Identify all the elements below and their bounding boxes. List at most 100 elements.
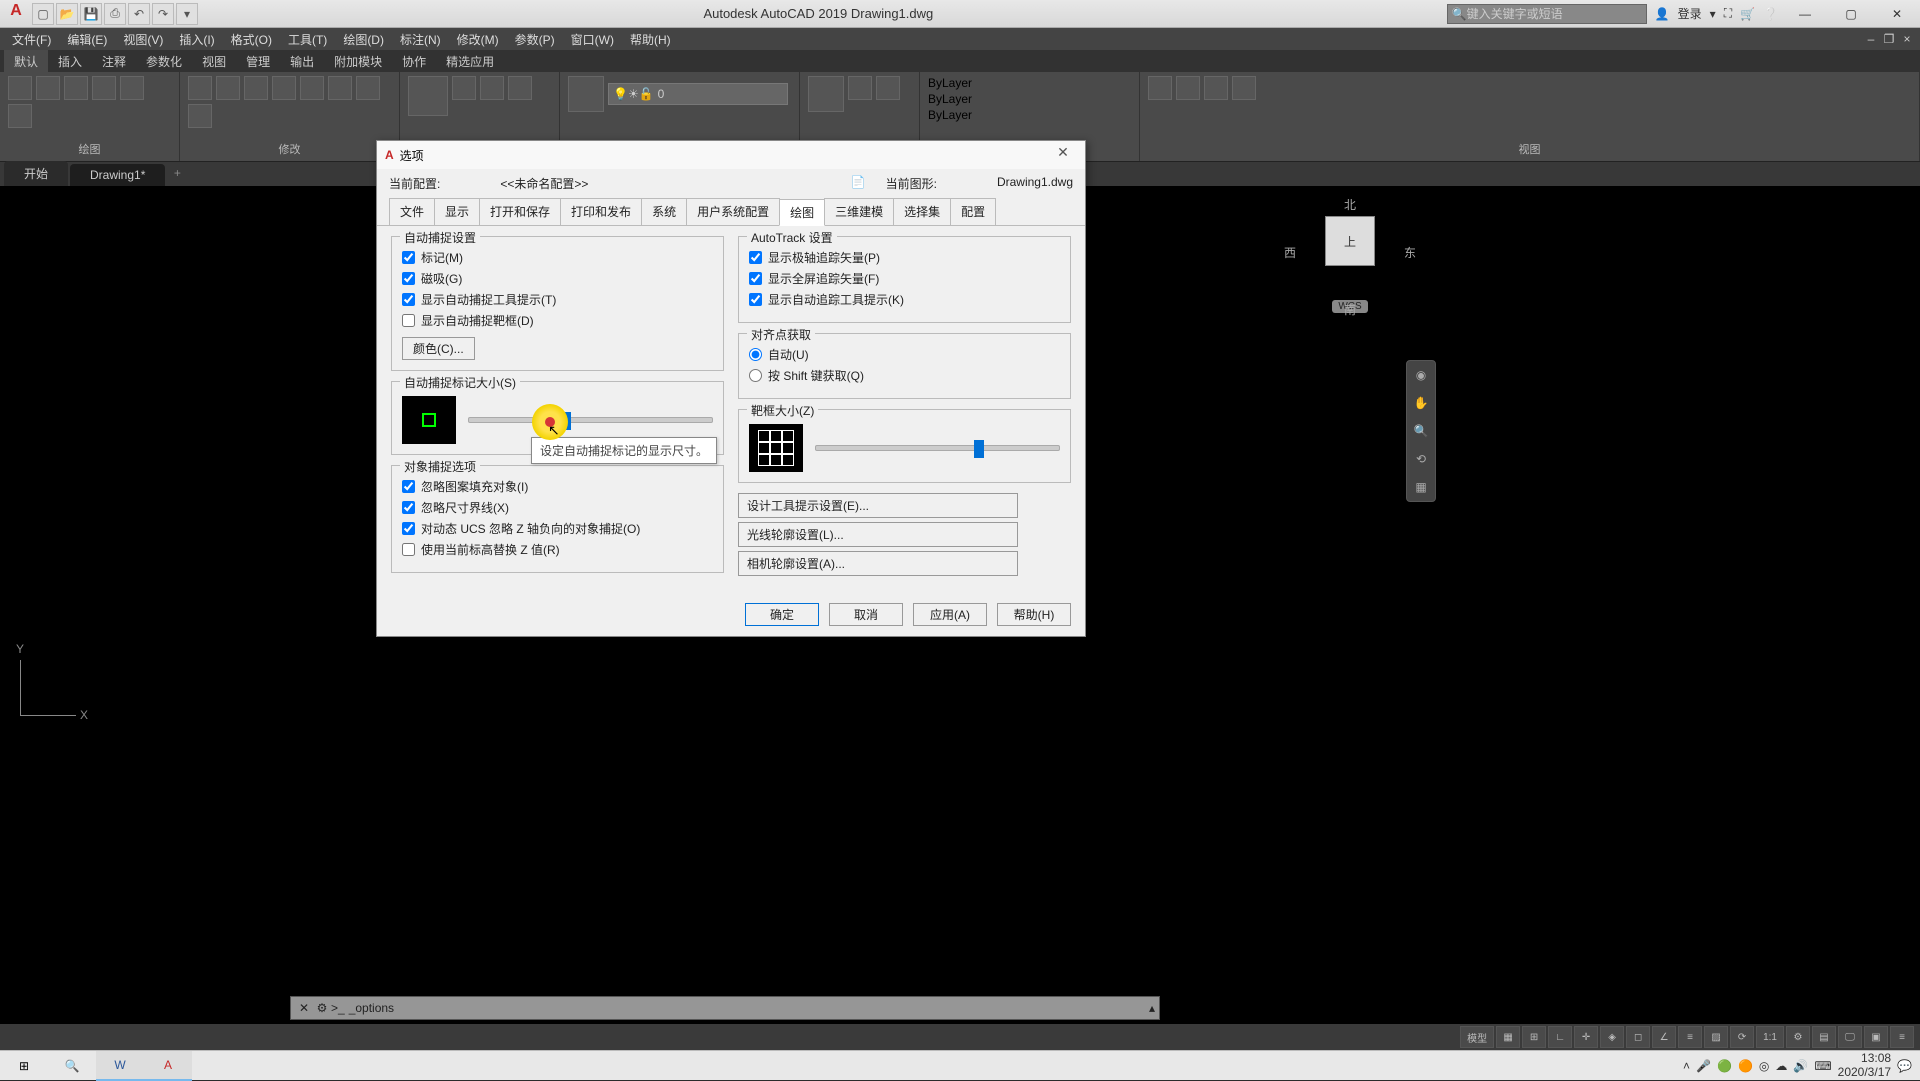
status-model[interactable]: 模型 bbox=[1460, 1026, 1494, 1048]
nav-wheel-icon[interactable]: ◉ bbox=[1407, 361, 1435, 389]
tray-volume-icon[interactable]: 🔊 bbox=[1793, 1059, 1808, 1073]
marker-size-slider[interactable] bbox=[468, 417, 713, 423]
dtab-selection[interactable]: 选择集 bbox=[893, 198, 951, 225]
viewcube-north[interactable]: 北 bbox=[1290, 196, 1410, 213]
taskbar-autocad[interactable]: A bbox=[144, 1051, 192, 1081]
help-icon[interactable]: ❔ bbox=[1763, 7, 1778, 21]
chk-ignore-dim[interactable]: 忽略尺寸界线(X) bbox=[402, 499, 713, 516]
chk-snap-tooltip[interactable]: 显示自动捕捉工具提示(T) bbox=[402, 291, 713, 308]
tray-chevron-icon[interactable]: ˄ bbox=[1683, 1059, 1690, 1073]
rtab-output[interactable]: 输出 bbox=[280, 50, 324, 73]
circle-icon[interactable] bbox=[64, 76, 88, 100]
dimension-icon[interactable] bbox=[452, 76, 476, 100]
mdi-close-icon[interactable]: × bbox=[1898, 32, 1916, 46]
mirror-icon[interactable] bbox=[300, 76, 324, 100]
group-icon[interactable] bbox=[1176, 76, 1200, 100]
menu-format[interactable]: 格式(O) bbox=[223, 29, 280, 50]
edit-block-icon[interactable] bbox=[876, 76, 900, 100]
nav-pan-icon[interactable]: ✋ bbox=[1407, 389, 1435, 417]
design-tooltip-button[interactable]: 设计工具提示设置(E)... bbox=[738, 493, 1018, 518]
add-tab-button[interactable]: + bbox=[167, 166, 187, 186]
menu-tools[interactable]: 工具(T) bbox=[280, 29, 335, 50]
qat-saveas-icon[interactable]: ⎙ bbox=[104, 3, 126, 25]
dtab-userprefs[interactable]: 用户系统配置 bbox=[686, 198, 780, 225]
measure-icon[interactable] bbox=[1148, 76, 1172, 100]
ok-button[interactable]: 确定 bbox=[745, 603, 819, 626]
viewcube[interactable]: 北 西 上 东 南 WCS bbox=[1290, 196, 1410, 336]
menu-params[interactable]: 参数(P) bbox=[507, 29, 563, 50]
aperture-size-slider[interactable] bbox=[815, 445, 1060, 451]
search-box[interactable]: 🔍 键入关键字或短语 bbox=[1447, 4, 1647, 24]
dtab-3dmodel[interactable]: 三维建模 bbox=[824, 198, 894, 225]
line-icon[interactable] bbox=[8, 76, 32, 100]
color-combo[interactable]: ByLayer bbox=[928, 76, 1088, 90]
dtab-plot[interactable]: 打印和发布 bbox=[560, 198, 642, 225]
status-clean-icon[interactable]: ▣ bbox=[1864, 1026, 1888, 1048]
dtab-opensave[interactable]: 打开和保存 bbox=[479, 198, 561, 225]
rtab-annotate[interactable]: 注释 bbox=[92, 50, 136, 73]
rtab-view[interactable]: 视图 bbox=[192, 50, 236, 73]
tray-chrome-icon[interactable]: ◎ bbox=[1759, 1059, 1769, 1073]
taskbar-clock[interactable]: 13:08 2020/3/17 bbox=[1838, 1052, 1891, 1078]
tray-ime-icon[interactable]: ⌨ bbox=[1814, 1059, 1831, 1073]
chk-marker[interactable]: 标记(M) bbox=[402, 249, 713, 266]
status-polar-icon[interactable]: ✛ bbox=[1574, 1026, 1598, 1048]
start-button[interactable]: ⊞ bbox=[0, 1051, 48, 1081]
taskbar-word[interactable]: W bbox=[96, 1051, 144, 1081]
status-customize-icon[interactable]: ≡ bbox=[1890, 1026, 1914, 1048]
qat-save-icon[interactable]: 💾 bbox=[80, 3, 102, 25]
tray-mic-icon[interactable]: 🎤 bbox=[1696, 1059, 1711, 1073]
maximize-button[interactable]: ▢ bbox=[1828, 0, 1874, 28]
rtab-featured[interactable]: 精选应用 bbox=[436, 50, 504, 73]
dialog-titlebar[interactable]: A 选项 ✕ bbox=[377, 141, 1085, 169]
menu-insert[interactable]: 插入(I) bbox=[171, 29, 222, 50]
qat-more-icon[interactable]: ▾ bbox=[176, 3, 198, 25]
exchange-icon[interactable]: ⛶ bbox=[1724, 6, 1732, 21]
chk-fullscreen-vector[interactable]: 显示全屏追踪矢量(F) bbox=[749, 270, 1060, 287]
ellipse-icon[interactable] bbox=[8, 104, 32, 128]
insert-block-icon[interactable] bbox=[808, 76, 844, 112]
status-lwt-icon[interactable]: ≡ bbox=[1678, 1026, 1702, 1048]
rtab-collab[interactable]: 协作 bbox=[392, 50, 436, 73]
rtab-insert[interactable]: 插入 bbox=[48, 50, 92, 73]
status-transparency-icon[interactable]: ▨ bbox=[1704, 1026, 1728, 1048]
minimize-button[interactable]: — bbox=[1782, 0, 1828, 28]
move-icon[interactable] bbox=[188, 76, 212, 100]
clipboard-icon[interactable] bbox=[1232, 76, 1256, 100]
tray-onedrive-icon[interactable]: ☁ bbox=[1775, 1059, 1787, 1073]
status-osnap-icon[interactable]: ◻ bbox=[1626, 1026, 1650, 1048]
tray-app1-icon[interactable]: 🟢 bbox=[1717, 1059, 1732, 1073]
mdi-restore-icon[interactable]: ❐ bbox=[1880, 32, 1898, 46]
apply-button[interactable]: 应用(A) bbox=[913, 603, 987, 626]
dtab-system[interactable]: 系统 bbox=[641, 198, 687, 225]
rtab-parametric[interactable]: 参数化 bbox=[136, 50, 192, 73]
dialog-close-button[interactable]: ✕ bbox=[1049, 144, 1077, 166]
create-block-icon[interactable] bbox=[848, 76, 872, 100]
qat-redo-icon[interactable]: ↷ bbox=[152, 3, 174, 25]
qat-new-icon[interactable]: ▢ bbox=[32, 3, 54, 25]
arc-icon[interactable] bbox=[92, 76, 116, 100]
colors-button[interactable]: 颜色(C)... bbox=[402, 337, 475, 360]
menu-edit[interactable]: 编辑(E) bbox=[59, 29, 115, 50]
menu-window[interactable]: 窗口(W) bbox=[563, 29, 622, 50]
utilities-icon[interactable] bbox=[1204, 76, 1228, 100]
close-button[interactable]: ✕ bbox=[1874, 0, 1920, 28]
rad-shift[interactable]: 按 Shift 键获取(Q) bbox=[749, 367, 1060, 384]
cmd-history-icon[interactable]: ▴ bbox=[1149, 1001, 1155, 1015]
help-button[interactable]: 帮助(H) bbox=[997, 603, 1071, 626]
text-icon[interactable] bbox=[408, 76, 448, 116]
rad-auto[interactable]: 自动(U) bbox=[749, 346, 1060, 363]
menu-modify[interactable]: 修改(M) bbox=[449, 29, 507, 50]
chk-aperture-box[interactable]: 显示自动捕捉靶框(D) bbox=[402, 312, 713, 329]
tab-start[interactable]: 开始 bbox=[4, 161, 68, 186]
leader-icon[interactable] bbox=[480, 76, 504, 100]
login-link[interactable]: 登录 bbox=[1678, 5, 1702, 22]
status-monitor-icon[interactable]: 🖵 bbox=[1838, 1026, 1862, 1048]
camera-outline-button[interactable]: 相机轮廓设置(A)... bbox=[738, 551, 1018, 576]
menu-help[interactable]: 帮助(H) bbox=[622, 29, 679, 50]
polyline-icon[interactable] bbox=[36, 76, 60, 100]
chk-ignore-hatch[interactable]: 忽略图案填充对象(I) bbox=[402, 478, 713, 495]
linetype-combo[interactable]: ByLayer bbox=[928, 108, 1088, 122]
dtab-profiles[interactable]: 配置 bbox=[950, 198, 996, 225]
tab-drawing1[interactable]: Drawing1* bbox=[70, 164, 165, 186]
